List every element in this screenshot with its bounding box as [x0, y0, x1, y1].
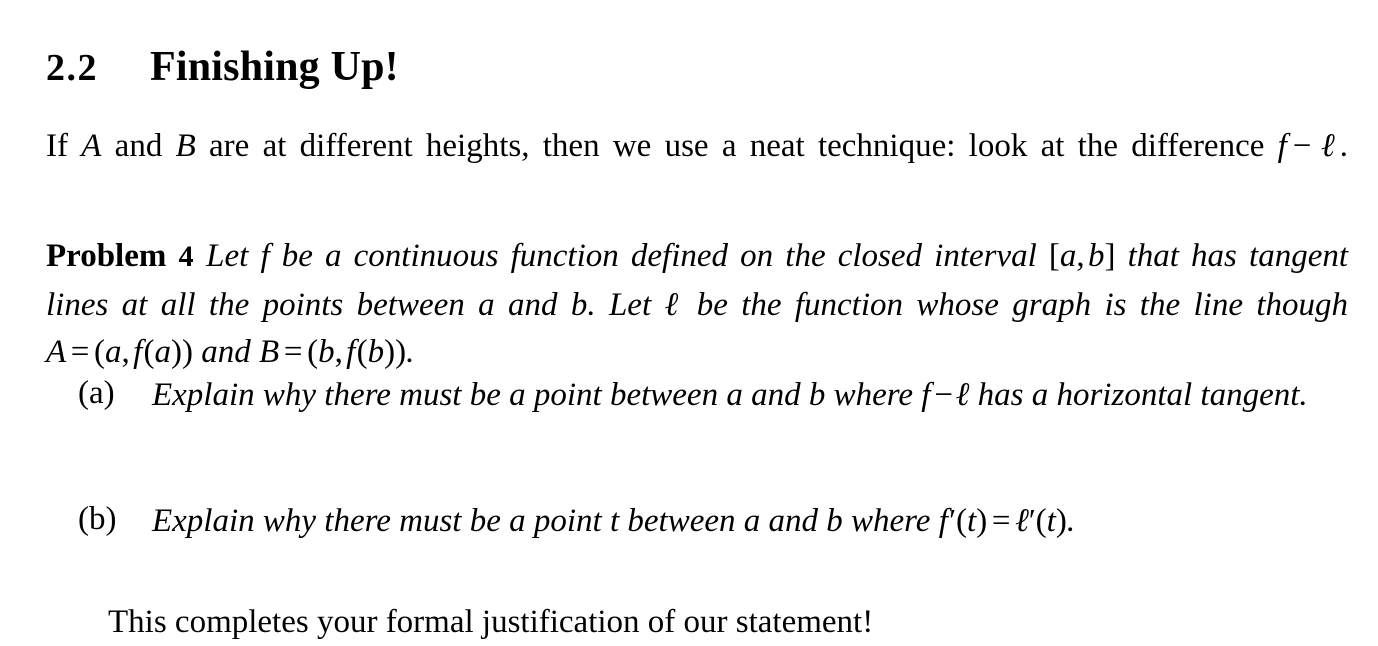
math-var-f: f — [938, 503, 948, 539]
math-var-b: b — [808, 377, 826, 413]
intro-text-1: If — [46, 128, 82, 164]
math-var-f: f — [1277, 128, 1287, 164]
list-marker-a: (a) — [78, 375, 115, 411]
math-var-f: f — [346, 334, 356, 370]
math-comma: , — [334, 334, 343, 370]
math-var-f: f — [921, 377, 931, 413]
math-operator-equals: = — [991, 503, 1011, 539]
paren-close: ) — [1055, 503, 1067, 539]
intro-text-3: are at different heights, then we use a … — [195, 128, 1278, 164]
math-var-f: f — [260, 238, 270, 274]
list-a-text-4: has a horizontal tangent. — [969, 377, 1308, 413]
math-comma: , — [1076, 238, 1085, 274]
math-var-A: A — [81, 128, 102, 164]
math-prime: ′ — [1028, 503, 1036, 538]
list-b-text-4: where — [842, 503, 939, 539]
section-number: 2.2 — [46, 46, 98, 89]
list-item-b: (b) Explain why there must be a point t b… — [78, 496, 1348, 545]
paren-close: ) — [395, 334, 407, 370]
math-interval: [a,b] — [1049, 238, 1116, 274]
list-b-text-5: . — [1066, 503, 1076, 539]
math-var-b: b — [570, 287, 588, 323]
math-var-b: b — [1087, 238, 1105, 274]
math-var-b: b — [367, 334, 385, 370]
problem-number: 4 — [178, 240, 195, 273]
bracket-open: [ — [1048, 238, 1060, 274]
list-marker-b: (b) — [78, 501, 117, 537]
problem-text-7: and — [193, 334, 260, 370]
paren-open: ( — [307, 334, 319, 370]
problem-text-8: . — [406, 334, 415, 370]
problem-text-6: be the function whose graph is the line … — [683, 287, 1348, 323]
closing-statement: This completes your formal justification… — [108, 604, 874, 640]
problem-text-2: be a continuous function defined on the … — [269, 238, 1049, 274]
paren-close: ) — [384, 334, 396, 370]
math-var-f: f — [133, 334, 143, 370]
math-operator-equals: = — [283, 334, 303, 370]
section-heading: 2.2 Finishing Up! — [46, 41, 1356, 94]
math-var-a: a — [105, 334, 122, 370]
math-var-A: A — [46, 334, 67, 370]
math-expression-f-minus-ell: f−ℓ — [1277, 125, 1340, 164]
paren-close: ) — [171, 334, 183, 370]
problem-statement: Problem 4 Let f be a continuous function… — [46, 233, 1348, 376]
math-expression-f-minus-ell: f−ℓ — [921, 374, 970, 413]
problem-text-5: . Let — [587, 287, 665, 323]
problem-label-word: Problem — [46, 238, 167, 274]
paren-open: ( — [94, 334, 106, 370]
math-operator-minus: − — [934, 377, 953, 413]
math-point-B: B = (b,f(b)) — [259, 334, 406, 370]
math-operator-minus: − — [1292, 128, 1312, 164]
math-var-ell: ℓ — [1315, 125, 1340, 164]
paren-open: ( — [956, 503, 968, 539]
intro-paragraph: If A and B are at different heights, the… — [46, 121, 1348, 170]
bracket-close: ] — [1104, 238, 1116, 274]
problem-text-4: and — [494, 287, 571, 323]
math-var-a: a — [743, 503, 761, 539]
list-a-text-1: Explain why there must be a point betwee… — [152, 377, 727, 413]
math-var-b: b — [826, 503, 843, 539]
intro-text-4: . — [1339, 128, 1348, 164]
section-title: Finishing Up! — [150, 43, 399, 90]
math-operator-equals: = — [70, 334, 90, 370]
document-page: 2.2 Finishing Up! If A and B are at diffe… — [0, 0, 1378, 640]
problem-label: Problem 4 — [46, 238, 194, 274]
list-a-text-2: and — [742, 377, 809, 413]
math-var-a: a — [154, 334, 172, 370]
paren-open: ( — [356, 334, 368, 370]
problem-text-1: Let — [206, 238, 261, 274]
paren-close: ) — [182, 334, 194, 370]
math-var-B: B — [259, 334, 280, 370]
math-var-t: t — [609, 503, 620, 539]
math-var-ell: ℓ — [664, 284, 684, 323]
math-comma: , — [121, 334, 130, 370]
paren-open: ( — [143, 334, 155, 370]
list-b-text-1: Explain why there must be a point — [152, 503, 610, 539]
paren-open: ( — [1035, 503, 1047, 539]
math-var-t: t — [967, 503, 977, 539]
intro-text-2: and — [101, 128, 176, 164]
math-var-a: a — [478, 287, 495, 323]
math-var-b: b — [318, 334, 335, 370]
math-equation-derivatives: f′(t) = ℓ′(t) — [938, 500, 1067, 539]
math-var-a: a — [1059, 238, 1077, 274]
list-a-text-3: where — [825, 377, 922, 413]
math-point-A: A = (a,f(a)) — [46, 334, 193, 370]
math-var-ell: ℓ — [955, 374, 970, 413]
math-var-t: t — [1046, 503, 1056, 539]
list-item-a: (a) Explain why there must be a point bet… — [78, 370, 1348, 419]
list-b-text-2: between — [619, 503, 744, 539]
math-var-ell: ℓ — [1015, 500, 1029, 539]
list-b-text-3: and — [760, 503, 827, 539]
math-var-B: B — [175, 128, 196, 164]
math-var-a: a — [726, 377, 743, 413]
paren-close: ) — [976, 503, 988, 539]
